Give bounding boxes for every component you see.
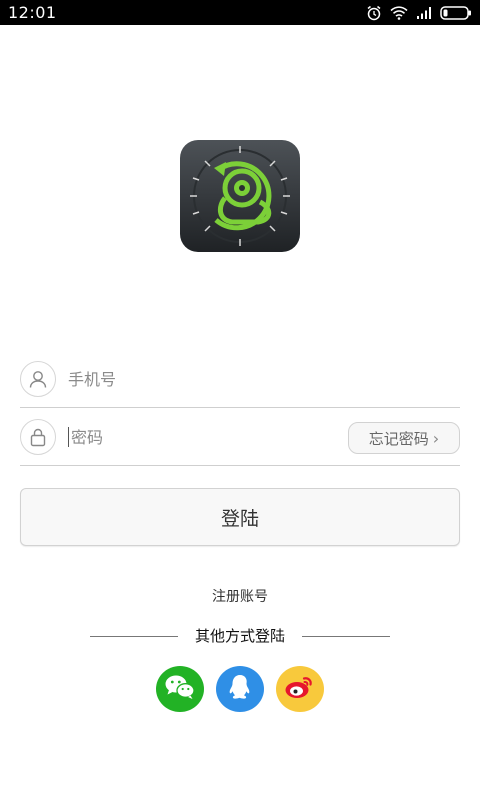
forgot-password-button[interactable]: 忘记密码 › [348, 422, 460, 454]
qq-login-button[interactable] [216, 666, 264, 712]
register-link-label: 注册账号 [212, 589, 268, 605]
phone-input[interactable] [68, 363, 338, 395]
chevron-right-icon: › [432, 428, 440, 448]
qq-icon [228, 673, 252, 705]
divider-line-right [302, 636, 390, 637]
app-logo-icon [180, 140, 300, 252]
weibo-icon [284, 673, 316, 705]
weibo-login-button[interactable] [276, 666, 324, 712]
register-link[interactable]: 注册账号 [0, 586, 480, 606]
wifi-icon [390, 5, 408, 20]
battery-icon [440, 5, 472, 20]
password-field-row: 忘记密码 › [20, 408, 460, 466]
other-login-divider: 其他方式登陆 [90, 625, 390, 647]
status-time: 12:01 [8, 3, 57, 22]
forgot-password-label: 忘记密码 [368, 429, 429, 448]
signal-icon [416, 6, 432, 20]
login-button-label: 登陆 [220, 507, 259, 530]
password-input[interactable] [68, 427, 338, 447]
status-bar: 12:01 [0, 0, 480, 25]
wechat-icon [164, 673, 196, 705]
user-icon [20, 361, 56, 397]
login-button[interactable]: 登陆 [20, 488, 460, 546]
status-icons [366, 3, 472, 22]
phone-field-row [20, 350, 460, 408]
wechat-login-button[interactable] [156, 666, 204, 712]
lock-icon [20, 419, 56, 455]
alarm-icon [366, 5, 382, 21]
